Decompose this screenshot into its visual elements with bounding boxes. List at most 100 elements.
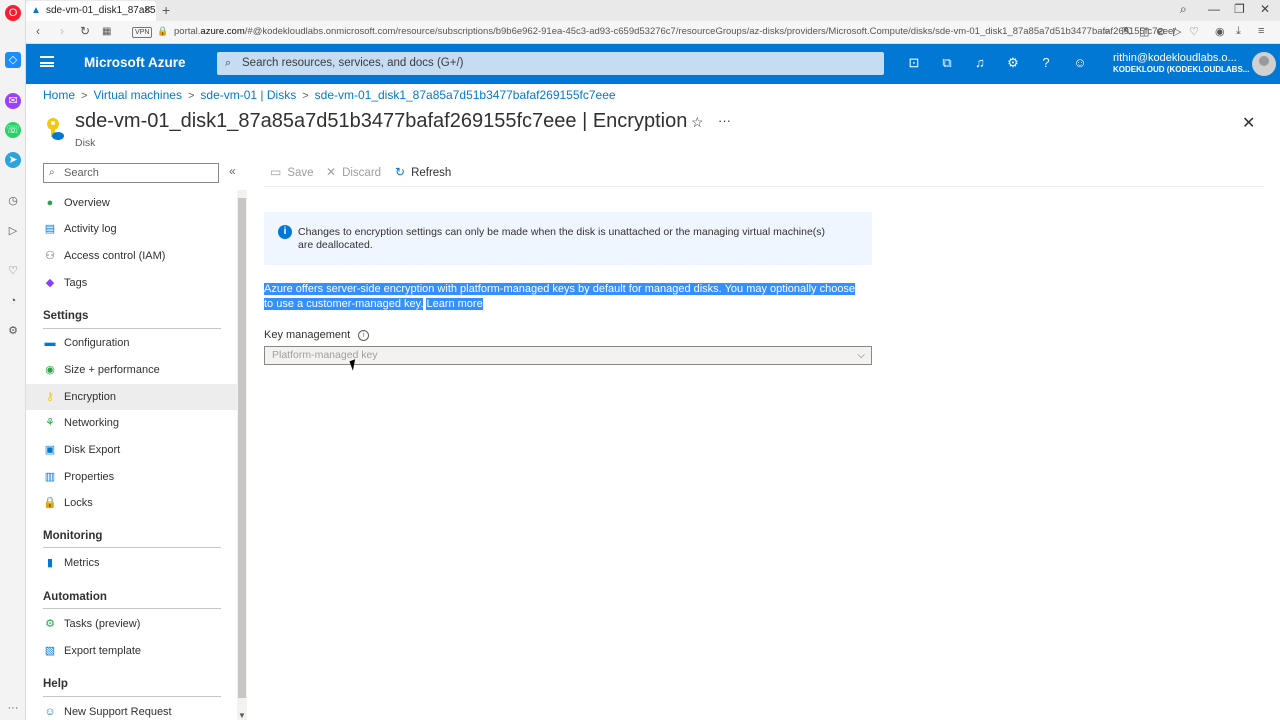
discard-button[interactable]: ✕ Discard (326, 165, 381, 179)
heart-icon[interactable]: ♡ (5, 263, 21, 279)
sidebar-item-label: Encryption (64, 391, 116, 403)
configuration-icon: ▬ (44, 337, 56, 349)
breadcrumb-home[interactable]: Home (43, 88, 75, 102)
sidebar-item-label: Tags (64, 277, 88, 289)
breadcrumb-vm-disks[interactable]: sde-vm-01 | Disks (200, 88, 296, 102)
download-icon[interactable]: ⤓ (1236, 25, 1241, 38)
sidebar-item-size-performance[interactable]: ◉ Size + performance (26, 357, 237, 383)
url-field[interactable]: portal.azure.com/#@kodekloudlabs.onmicro… (174, 26, 1176, 37)
sidebar-item-tasks[interactable]: ⚙ Tasks (preview) (26, 611, 237, 637)
new-tab-icon[interactable]: + (162, 2, 170, 18)
gear-icon[interactable]: ⚙ (1005, 55, 1021, 71)
info-icon[interactable]: i (358, 329, 370, 341)
minimize-icon[interactable]: — (1208, 2, 1220, 16)
breadcrumb-virtual-machines[interactable]: Virtual machines (93, 88, 182, 102)
restore-icon[interactable]: ❐ (1234, 2, 1245, 16)
sidebar-item-label: Disk Export (64, 444, 121, 456)
portal-brand[interactable]: Microsoft Azure (84, 55, 186, 70)
divider (43, 696, 221, 697)
snapshot-icon[interactable]: ◫ (1139, 25, 1149, 38)
sidebar-item-label: Networking (64, 417, 120, 429)
browser-sidebar: O ◇ ✉ ☏ ➤ ◷ ▷ ♡ ◔ ⚙ ··· (0, 0, 26, 720)
sidebar-item-label: Size + performance (64, 364, 160, 376)
key-management-label-text: Key management (264, 329, 351, 341)
breadcrumb-disk[interactable]: sde-vm-01_disk1_87a85a7d51b3477bafaf2691… (315, 88, 616, 102)
sidebar-item-locks[interactable]: 🔒 Locks (26, 490, 237, 516)
notifications-icon[interactable]: ♫ (972, 55, 988, 71)
speed-dial-icon[interactable]: ▦ (102, 26, 111, 37)
star-icon[interactable]: ☆ (691, 114, 704, 131)
vpn-badge[interactable]: VPN (132, 27, 153, 38)
sidebar-item-label: Configuration (64, 337, 130, 349)
sidebar-item-iam[interactable]: ⚇ Access control (IAM) (26, 243, 237, 269)
settings-icon[interactable]: ⚙ (5, 323, 21, 339)
sidebar-item-properties[interactable]: ▥ Properties (26, 464, 237, 490)
networking-icon: ⚘ (45, 417, 55, 429)
cloud-shell-icon[interactable]: ⊡ (906, 55, 922, 71)
avatar[interactable] (1252, 52, 1276, 76)
history-icon[interactable]: ◷ (5, 193, 21, 209)
close-icon[interactable]: ✕ (1242, 113, 1255, 133)
browser-tab[interactable]: ▲ sde-vm-01_disk1_87a85a7 ✕ (26, 1, 156, 21)
more-icon[interactable]: ··· (5, 700, 21, 716)
adblock-icon[interactable]: ⊘ (1156, 25, 1165, 38)
help-icon[interactable]: ? (1038, 55, 1054, 71)
reload-icon[interactable]: ↻ (80, 24, 90, 38)
overview-icon: ● (46, 197, 54, 209)
sidebar-item-encryption[interactable]: ⚷ Encryption (26, 384, 237, 410)
more-options-icon[interactable]: ··· (718, 113, 731, 128)
sidebar-item-overview[interactable]: ● Overview (26, 190, 237, 216)
lock-icon[interactable]: 🔒 (157, 26, 168, 37)
feedback-icon[interactable]: ☺ (1072, 55, 1088, 71)
learn-more-link[interactable]: Learn more (426, 297, 483, 310)
sidebar-item-networking[interactable]: ⚘ Networking (26, 410, 237, 436)
menu-icon[interactable]: ≡ (1258, 25, 1264, 37)
flow-icon[interactable]: ▷ (1173, 25, 1181, 38)
forward-icon[interactable]: › (60, 24, 64, 38)
telegram-icon[interactable]: ➤ (5, 152, 21, 168)
section-settings: Settings (43, 310, 89, 322)
scrollbar-thumb[interactable] (238, 198, 246, 698)
account-name: rithin@kodekloudlabs.o... (1113, 52, 1237, 64)
hamburger-menu-icon[interactable] (40, 56, 54, 67)
search-page-icon[interactable]: ⌕ (1104, 25, 1110, 38)
refresh-button[interactable]: ↻ Refresh (395, 165, 451, 179)
share-icon[interactable]: ⇱ (1122, 25, 1131, 38)
resource-menu-scrollbar[interactable]: ▼ (237, 190, 247, 720)
messenger-icon[interactable]: ✉ (5, 93, 21, 109)
sidebar-item-configuration[interactable]: ▬ Configuration (26, 330, 237, 356)
clock-icon[interactable]: ◔ (5, 293, 21, 309)
profile-icon[interactable]: ◉ (1215, 25, 1225, 38)
directory-filter-icon[interactable]: ⧉ (939, 55, 955, 71)
account-info[interactable]: rithin@kodekloudlabs.o... KODEKLOUD (KOD… (1113, 52, 1249, 76)
address-bar: ‹ › ↻ ▦ VPN 🔒 portal.azure.com/#@kodeklo… (26, 21, 1280, 44)
back-icon[interactable]: ‹ (36, 24, 40, 38)
refresh-icon: ↻ (395, 165, 406, 179)
workspace-icon[interactable]: ◇ (5, 52, 21, 68)
azure-favicon-icon: ▲ (31, 5, 41, 16)
sidebar-item-activity-log[interactable]: ▤ Activity log (26, 216, 237, 242)
whatsapp-icon[interactable]: ☏ (5, 122, 21, 138)
global-search-input[interactable]: ⌕ Search resources, services, and docs (… (217, 52, 884, 75)
sidebar-item-tags[interactable]: ◆ Tags (26, 270, 237, 296)
sidebar-item-metrics[interactable]: ▮ Metrics (26, 550, 237, 576)
save-button[interactable]: ▭ Save (270, 165, 314, 179)
breadcrumb: Home > Virtual machines > sde-vm-01 | Disks >… (43, 88, 616, 102)
export-template-icon: ▧ (44, 645, 56, 657)
collapse-menu-icon[interactable]: « (229, 164, 236, 178)
save-icon: ▭ (270, 165, 282, 179)
scroll-down-icon[interactable]: ▼ (238, 711, 246, 720)
sidebar-item-export-template[interactable]: ▧ Export template (26, 638, 237, 664)
close-window-icon[interactable]: ✕ (1260, 2, 1270, 16)
description-text: Azure offers server-side encryption with… (264, 283, 856, 310)
opera-logo-icon[interactable]: O (5, 5, 21, 21)
favorite-icon[interactable]: ♡ (1189, 25, 1199, 38)
search-tabs-icon[interactable]: ⌕ (1180, 2, 1187, 17)
resource-menu-search-input[interactable]: ⌕ Search (43, 163, 219, 183)
player-icon[interactable]: ▷ (5, 223, 21, 239)
account-tenant: KODEKLOUD (KODEKLOUDLABS.... (1113, 65, 1249, 74)
sidebar-item-new-support-request[interactable]: ☺ New Support Request (26, 699, 237, 725)
section-automation: Automation (43, 591, 107, 603)
sidebar-item-disk-export[interactable]: ▣ Disk Export (26, 437, 237, 463)
close-tab-icon[interactable]: ✕ (144, 1, 152, 21)
